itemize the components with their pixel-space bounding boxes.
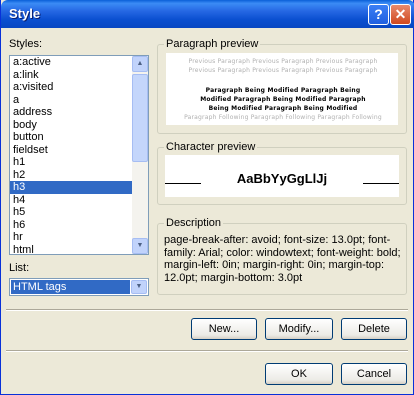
styles-label: Styles:	[9, 38, 43, 50]
style-list-item[interactable]: h4	[10, 194, 148, 207]
style-list-item[interactable]: body	[10, 119, 148, 132]
style-list-item[interactable]: address	[10, 106, 148, 119]
style-list-item[interactable]: button	[10, 131, 148, 144]
delete-button[interactable]: Delete	[341, 318, 407, 340]
scroll-up-arrow-icon[interactable]: ▲	[132, 56, 148, 72]
modify-button[interactable]: Modify...	[265, 318, 333, 340]
scroll-down-arrow-icon[interactable]: ▼	[132, 238, 148, 254]
help-button[interactable]: ?	[368, 4, 389, 25]
style-list-item[interactable]: fieldset	[10, 144, 148, 157]
styles-list: a:active a:link a:visited a address body butto…	[10, 56, 148, 254]
list-dropdown[interactable]: HTML tags ▼	[9, 278, 149, 296]
style-list-item[interactable]: a:visited	[10, 81, 148, 94]
new-button[interactable]: New...	[191, 318, 257, 340]
list-dropdown-value: HTML tags	[11, 280, 130, 294]
style-list-item[interactable]: hr	[10, 231, 148, 244]
character-preview-label: Character preview	[164, 141, 258, 153]
style-dialog: Style ? ✕ Styles: a:active a:link a:visite…	[0, 0, 414, 395]
style-list-item[interactable]: h3	[10, 181, 148, 194]
close-icon: ✕	[394, 6, 407, 22]
paragraph-preview-label: Paragraph preview	[164, 38, 261, 50]
window-title: Style	[9, 6, 41, 21]
style-list-item[interactable]: a	[10, 94, 148, 107]
following-paragraph-line: Paragraph Following Paragraph Following …	[184, 114, 382, 121]
paragraph-preview-box: Previous Paragraph Previous Paragraph Pr…	[165, 52, 399, 126]
styles-scrollbar[interactable]: ▲ ▼	[132, 56, 148, 254]
dropdown-arrow-icon[interactable]: ▼	[131, 280, 147, 294]
baseline-right	[363, 183, 399, 184]
description-label: Description	[164, 217, 224, 229]
close-button[interactable]: ✕	[390, 4, 411, 25]
ok-button[interactable]: OK	[265, 363, 333, 385]
scroll-thumb[interactable]	[132, 74, 148, 162]
modified-paragraph-line: Modified Paragraph Being Modified Paragr…	[200, 96, 366, 103]
style-list-item[interactable]: a:active	[10, 56, 148, 69]
modified-paragraph-line: Being Modified Paragraph Being Modified	[208, 105, 358, 112]
previous-paragraph-line: Previous Paragraph Previous Paragraph Pr…	[188, 67, 378, 74]
title-bar[interactable]: Style ? ✕	[1, 0, 414, 28]
cancel-button[interactable]: Cancel	[341, 363, 407, 385]
styles-listbox[interactable]: a:active a:link a:visited a address body butto…	[9, 55, 149, 255]
style-list-item[interactable]: h1	[10, 156, 148, 169]
separator	[6, 309, 408, 311]
previous-paragraph-line: Previous Paragraph Previous Paragraph Pr…	[188, 58, 378, 65]
style-list-item[interactable]: h5	[10, 206, 148, 219]
style-list-item[interactable]: h2	[10, 169, 148, 182]
list-label: List:	[9, 262, 30, 274]
character-preview-box: AaBbYyGgLlJj	[165, 155, 399, 197]
style-list-item[interactable]: h6	[10, 219, 148, 232]
question-mark-icon: ?	[374, 6, 383, 22]
description-text: page-break-after: avoid; font-size: 13.0…	[164, 234, 401, 284]
separator	[6, 350, 408, 352]
modified-paragraph-line: Paragraph Being Modified Paragraph Being	[205, 87, 361, 94]
style-list-item[interactable]: a:link	[10, 69, 148, 82]
style-list-item[interactable]: html	[10, 244, 148, 254]
